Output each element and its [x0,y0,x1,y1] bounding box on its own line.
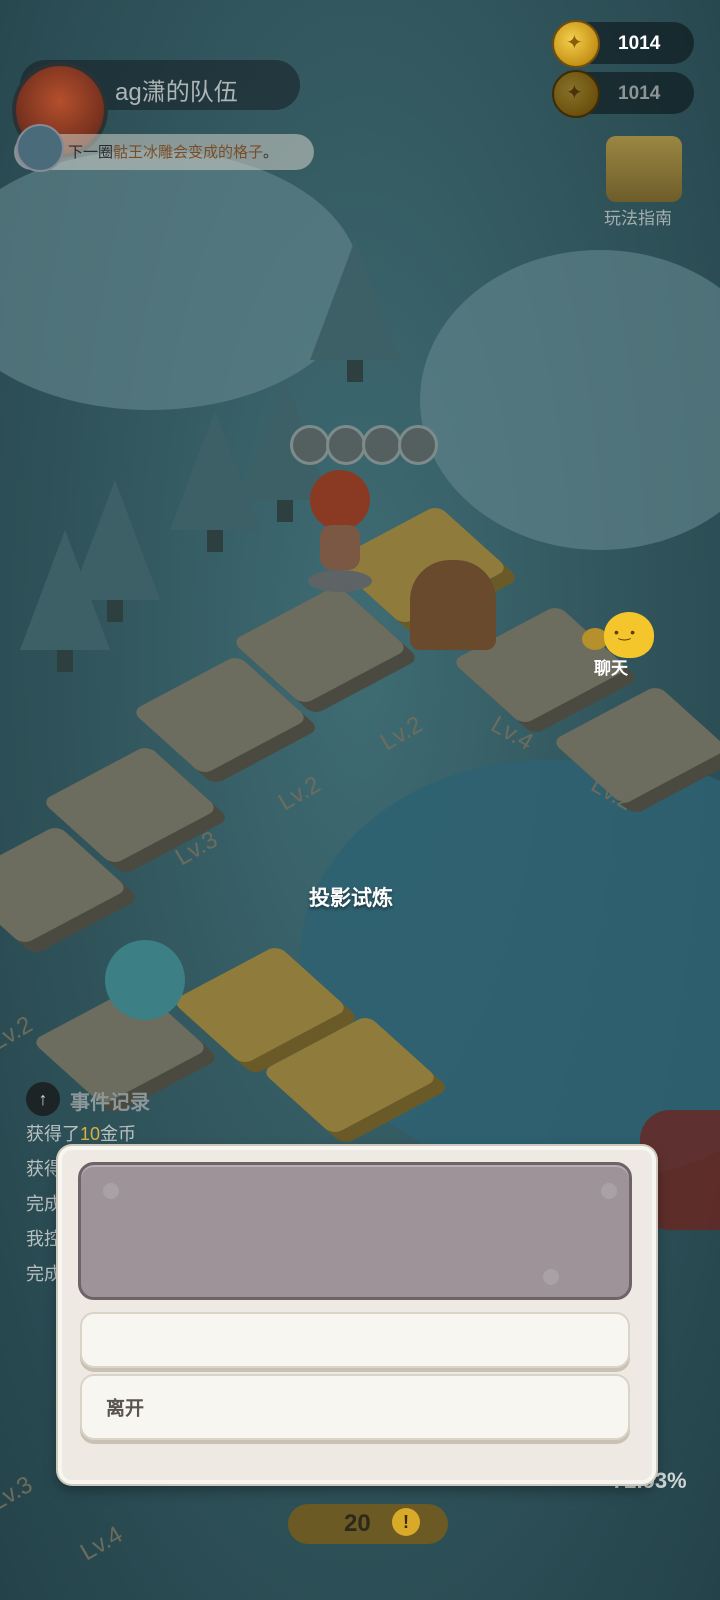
party-avatars [290,425,438,465]
event-log-line: 完成 [26,1264,62,1284]
tip-prefix: 下一圈 [68,144,114,161]
tile-level-label: Lv.2 [375,710,428,757]
npc-avatar-icon [16,124,64,172]
treasure-chest [410,560,496,650]
snow-bank [420,250,720,550]
currency-secondary-value: 1014 [618,83,661,104]
event-log-line: 完成 [26,1194,62,1214]
exclamation-icon[interactable]: ! [392,1508,420,1536]
team-name: ag潇的队伍 [115,79,238,106]
party-member-avatar [290,425,330,465]
chat-icon[interactable] [604,612,654,658]
character-head [310,470,370,530]
tile-level-label: Lv.2 [0,1010,38,1057]
party-member-avatar [362,425,402,465]
tile-level-label: Lv.4 [75,1520,128,1567]
dialog-content-area [78,1162,632,1300]
log-line-text: 获得了 [26,1124,80,1144]
guide-scroll-icon[interactable] [606,136,682,202]
tile-level-label: Lv.2 [273,770,326,817]
snow-bank [0,150,360,410]
tip-text: 下一圈骷王冰雕会变成的格子。 [68,141,278,162]
arrow-up-icon[interactable]: ↑ [26,1082,60,1116]
location-label: 投影试炼 [309,887,393,910]
currency-primary-value: 1014 [618,33,661,54]
dialog-option-1[interactable] [80,1312,630,1368]
guide-label[interactable]: 玩法指南 [604,204,672,229]
corner-ornament [103,1183,119,1199]
chat-label[interactable]: 聊天 [594,654,628,679]
pine-tree [20,530,110,672]
leave-button-label: 离开 [106,1398,145,1420]
leave-button[interactable]: 离开 [80,1374,630,1440]
tile-level-label: Lv.3 [0,1470,38,1517]
crystal-orb [105,940,185,1020]
coin-icon [552,70,600,118]
dice-counter-value: 20 [344,1510,371,1537]
character-body [320,525,360,570]
log-line-suffix: 金币 [100,1124,137,1144]
log-line-number: 10 [80,1124,101,1144]
coin-icon [552,20,600,68]
event-log-line: 获得 [26,1159,62,1179]
tip-suffix: 。 [263,144,279,161]
party-member-avatar [326,425,366,465]
event-log-line: 获得了10金币 [26,1120,136,1146]
character-pedestal [308,570,372,592]
player-character [300,470,380,592]
event-log-line: 我控 [26,1229,62,1249]
party-member-avatar [398,425,438,465]
pine-tree [310,240,400,382]
corner-ornament [543,1269,559,1285]
corner-ornament [601,1183,617,1199]
tip-highlight: 骷王冰雕会变成的格子 [113,144,264,161]
tile-level-label: Lv.3 [170,825,223,872]
event-log-title[interactable]: 事件记录 [70,1086,150,1115]
